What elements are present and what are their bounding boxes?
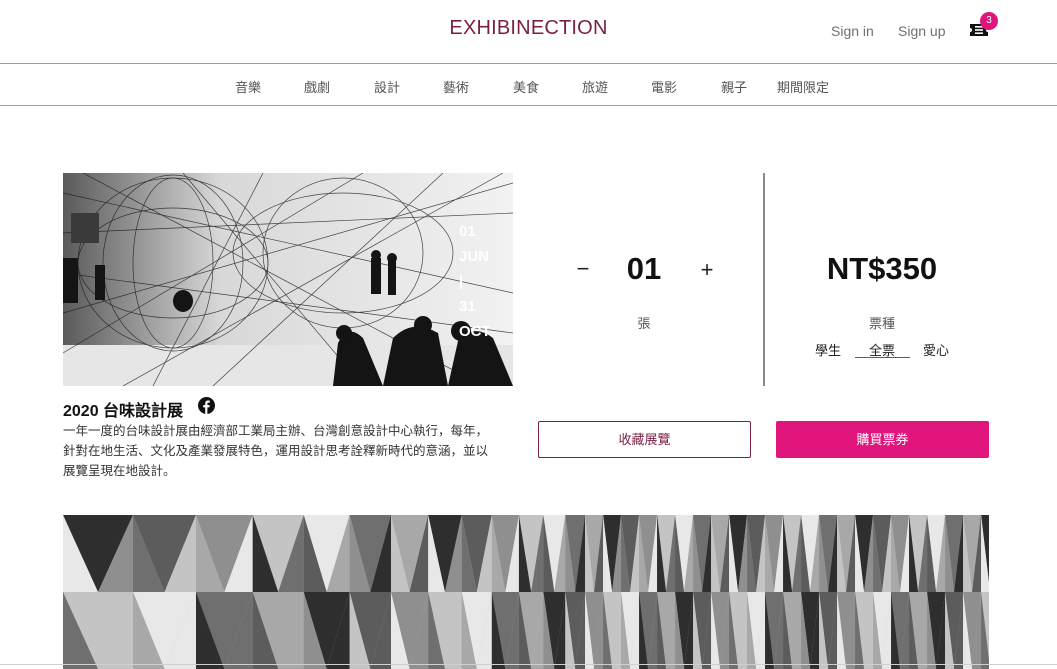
quantity-unit: 張	[637, 316, 651, 331]
nav-item-art[interactable]: 藝術	[443, 77, 469, 96]
exhibition-image: 01 JUN | 31 OCT	[63, 173, 513, 386]
nav-item-music[interactable]: 音樂	[235, 77, 261, 96]
date-start-month: JUN	[459, 248, 490, 265]
exhibition-date: 01 JUN | 31 OCT	[459, 219, 509, 344]
geometric-facade-photo	[63, 515, 989, 669]
selected-ticket-type-indicator	[855, 357, 910, 358]
facebook-icon[interactable]	[198, 397, 215, 414]
ticket-type-student[interactable]: 學生	[815, 340, 841, 359]
exhibition-description: 一年一度的台味設計展由經濟部工業局主辦、台灣創意設計中心執行，每年，針對在地生活…	[63, 424, 489, 478]
exhibition-title: 2020 台味設計展	[63, 403, 184, 420]
site-header: EXHIBINECTION Sign in Sign up 3	[0, 0, 1057, 64]
category-nav: 音樂 戲劇 設計 藝術 美食 旅遊 電影 親子 期間限定	[0, 64, 1057, 106]
nav-item-family[interactable]: 親子	[721, 77, 747, 96]
nav-item-limited[interactable]: 期間限定	[777, 77, 829, 96]
sign-up-link[interactable]: Sign up	[898, 23, 945, 39]
nav-item-food[interactable]: 美食	[513, 77, 539, 96]
nav-item-travel[interactable]: 旅遊	[582, 77, 608, 96]
buy-ticket-button[interactable]: 購買票券	[776, 421, 989, 458]
quantity-decrease-button[interactable]: −	[573, 254, 593, 284]
nav-item-design[interactable]: 設計	[374, 77, 400, 96]
ticket-type-label: 票種	[868, 316, 895, 331]
favorite-exhibition-button[interactable]: 收藏展覽	[538, 421, 751, 458]
date-end-month: OCT	[459, 323, 491, 340]
date-separator: |	[459, 273, 464, 290]
nav-item-drama[interactable]: 戲劇	[304, 77, 330, 96]
sign-in-link[interactable]: Sign in	[831, 23, 874, 39]
date-start-day: 01	[459, 223, 476, 240]
date-end-day: 31	[459, 298, 476, 315]
banner-image	[63, 515, 989, 669]
quantity-increase-button[interactable]: +	[697, 255, 717, 285]
cart-count-badge: 3	[980, 12, 998, 30]
vertical-divider	[763, 173, 765, 386]
page-bottom-divider	[0, 664, 1057, 665]
ticket-type-charity[interactable]: 愛心	[923, 340, 949, 359]
quantity-value: 01	[626, 251, 662, 286]
installation-photo	[63, 173, 513, 386]
ticket-price: NT$350	[826, 251, 938, 286]
nav-item-movie[interactable]: 電影	[651, 77, 677, 96]
